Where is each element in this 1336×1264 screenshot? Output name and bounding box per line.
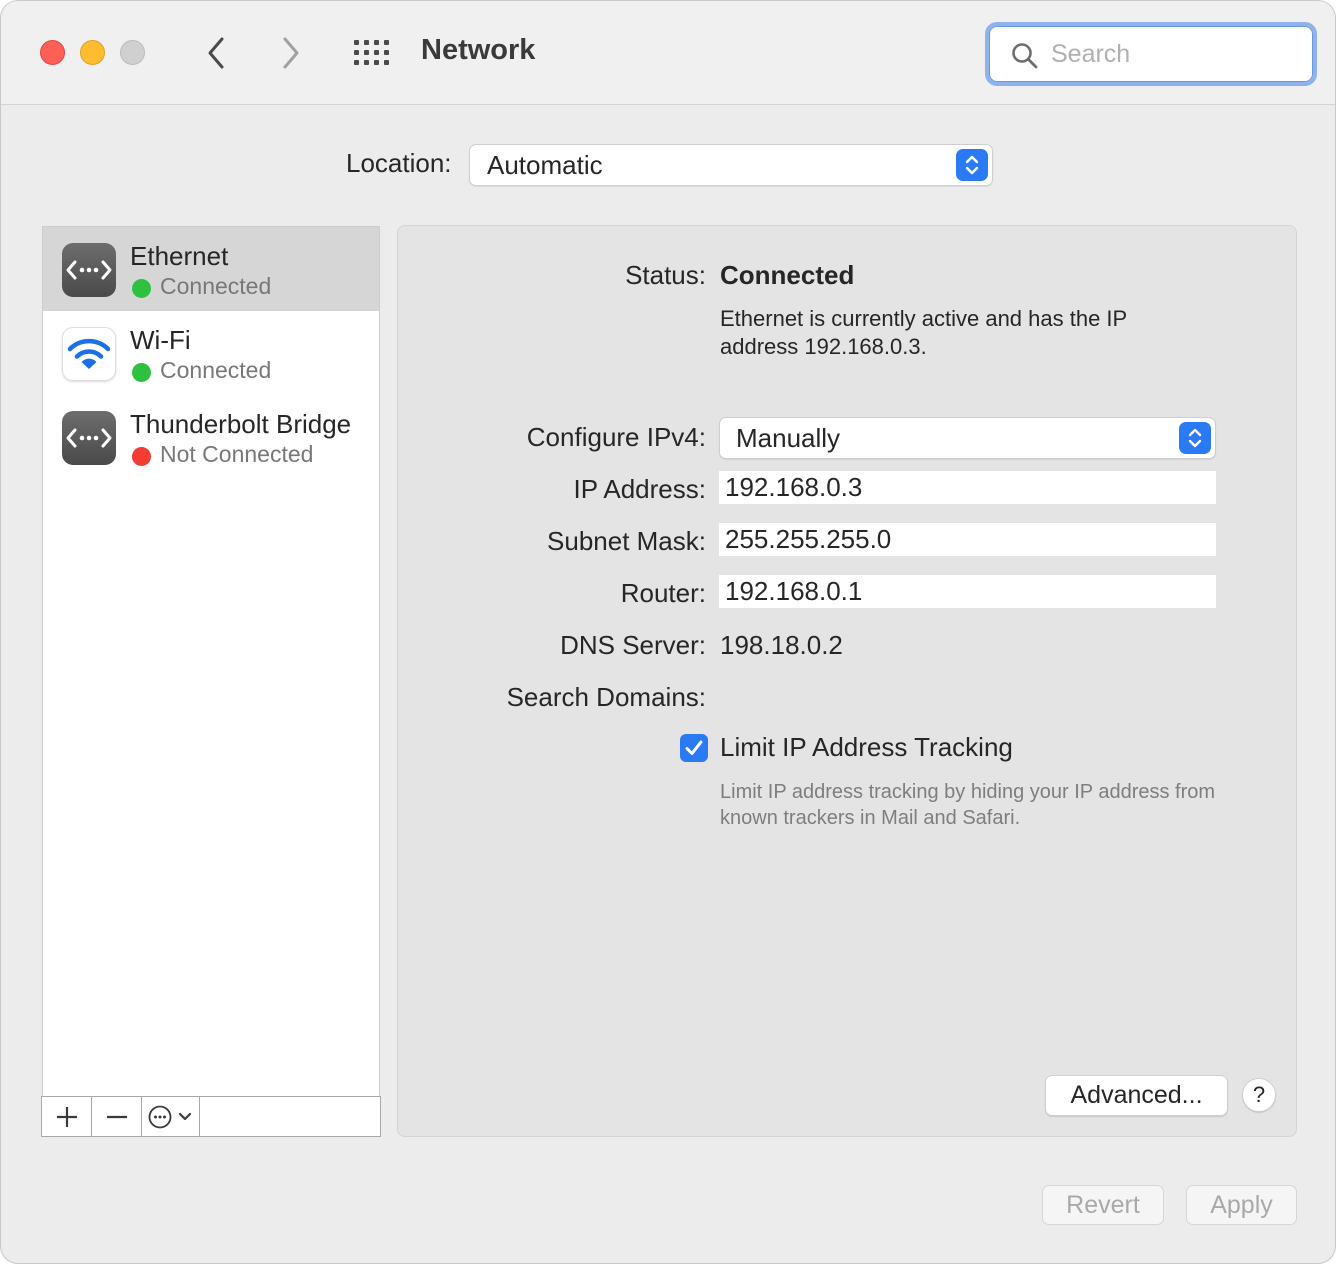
back-button[interactable]: [196, 31, 236, 75]
location-value: Automatic: [487, 150, 603, 180]
limit-ip-tracking-label[interactable]: Limit IP Address Tracking: [720, 732, 1013, 763]
location-label: Location:: [346, 148, 452, 178]
ellipsis-circle-icon: [148, 1105, 191, 1128]
network-preferences-window: Network Location: Automatic: [0, 0, 1336, 1264]
minus-icon: [106, 1115, 127, 1118]
status-description: Ethernet is currently active and has the…: [720, 306, 1127, 359]
dns-server-label: DNS Server:: [560, 630, 706, 660]
advanced-button[interactable]: Advanced...: [1045, 1075, 1228, 1116]
chevron-right-icon: [283, 37, 299, 69]
service-list: Ethernet Connected Wi-Fi Connected Thund…: [42, 226, 380, 1096]
service-item-wifi[interactable]: Wi-Fi Connected: [43, 311, 379, 395]
forward-button[interactable]: [271, 31, 311, 75]
location-popup[interactable]: Automatic: [469, 144, 993, 186]
service-name: Thunderbolt Bridge: [130, 409, 352, 439]
router-label: Router:: [620, 578, 706, 608]
updown-chevron-icon: [956, 149, 988, 181]
search-domains-label: Search Domains:: [506, 682, 706, 712]
ip-address-field[interactable]: [719, 471, 1216, 504]
checkmark-icon: [685, 740, 703, 755]
search-input[interactable]: [1051, 36, 1291, 72]
subnet-mask-label: Subnet Mask:: [547, 526, 706, 556]
thunderbolt-bridge-icon: [62, 411, 116, 465]
revert-button[interactable]: Revert: [1042, 1185, 1164, 1225]
service-status: Not Connected: [160, 441, 314, 467]
minimize-window-button[interactable]: [80, 40, 105, 65]
configure-ipv4-value: Manually: [736, 423, 841, 453]
search-icon: [1012, 43, 1038, 69]
service-name: Ethernet: [130, 241, 229, 271]
service-status: Connected: [160, 273, 272, 299]
zoom-window-button[interactable]: [120, 40, 145, 65]
ip-address-label: IP Address:: [573, 474, 707, 504]
status-value: Connected: [720, 260, 855, 290]
help-button[interactable]: ?: [1242, 1078, 1276, 1112]
status-label: Status:: [625, 260, 706, 290]
window-title: Network: [421, 34, 536, 66]
configure-ipv4-label: Configure IPv4:: [526, 422, 706, 452]
configure-ipv4-popup[interactable]: Manually: [719, 417, 1216, 459]
wifi-icon: [62, 327, 116, 381]
apply-button[interactable]: Apply: [1186, 1185, 1297, 1225]
subnet-mask-field[interactable]: [719, 523, 1216, 556]
grid-icon: [354, 40, 389, 65]
service-item-thunderbolt-bridge[interactable]: Thunderbolt Bridge Not Connected: [43, 395, 379, 479]
action-menu-button[interactable]: [142, 1097, 200, 1136]
ethernet-icon: [62, 243, 116, 297]
remove-service-button[interactable]: [92, 1097, 142, 1136]
service-list-toolbar: [41, 1096, 381, 1137]
limit-ip-tracking-description: Limit IP address tracking by hiding your…: [720, 781, 1216, 829]
search-field[interactable]: [985, 22, 1317, 86]
close-window-button[interactable]: [40, 40, 65, 65]
show-all-button[interactable]: [353, 39, 393, 67]
add-service-button[interactable]: [42, 1097, 92, 1136]
service-name: Wi-Fi: [130, 325, 191, 355]
title-bar: Network: [1, 1, 1335, 105]
status-dot: [132, 447, 151, 466]
service-status: Connected: [160, 357, 272, 383]
router-field[interactable]: [719, 575, 1216, 608]
status-dot: [132, 363, 151, 382]
dns-server-value: 198.18.0.2: [720, 630, 843, 660]
service-item-ethernet[interactable]: Ethernet Connected: [43, 227, 379, 311]
detail-panel: Status: Connected Ethernet is currently …: [397, 225, 1297, 1137]
plus-icon: [56, 1106, 77, 1127]
status-dot: [132, 279, 151, 298]
limit-ip-tracking-checkbox[interactable]: [680, 734, 708, 762]
chevron-left-icon: [208, 37, 224, 69]
updown-chevron-icon: [1179, 422, 1211, 454]
